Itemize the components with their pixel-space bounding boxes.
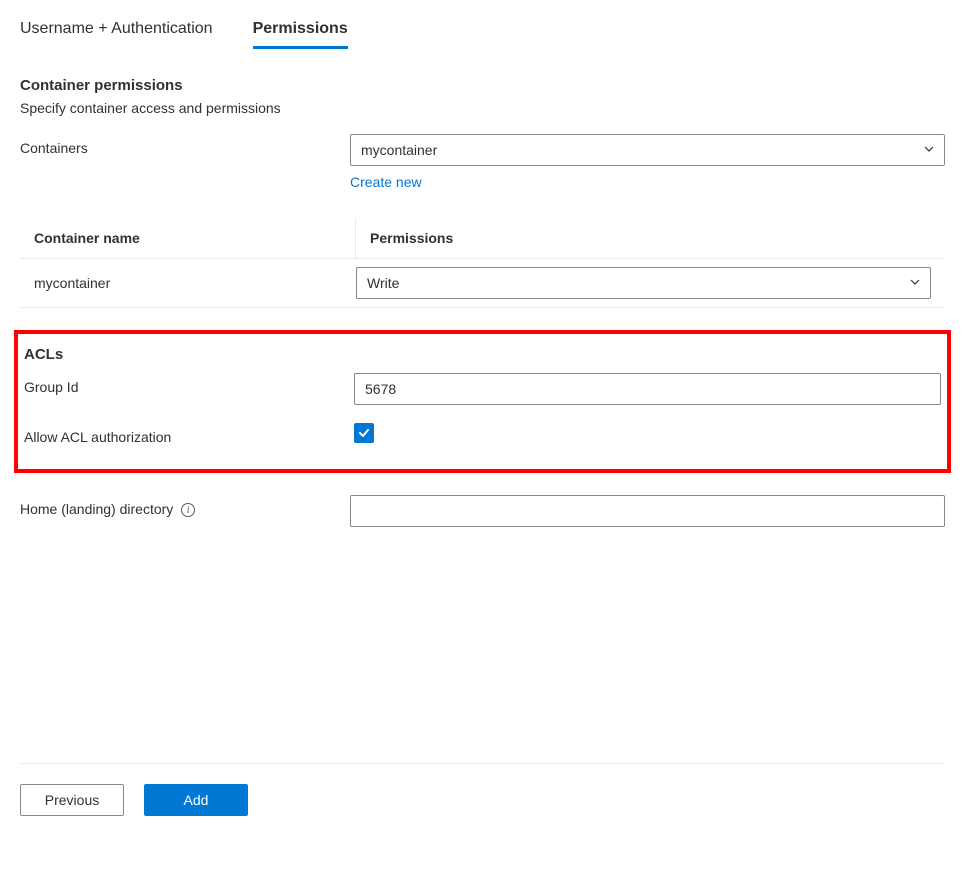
info-icon[interactable]: i: [181, 503, 195, 517]
tab-permissions[interactable]: Permissions: [253, 20, 348, 49]
home-directory-input[interactable]: [350, 495, 945, 527]
previous-button[interactable]: Previous: [20, 784, 124, 816]
containers-dropdown[interactable]: mycontainer: [350, 134, 945, 166]
container-permissions-desc: Specify container access and permissions: [20, 100, 945, 116]
acls-title: ACLs: [18, 346, 947, 363]
create-new-link[interactable]: Create new: [350, 174, 422, 190]
group-id-label: Group Id: [24, 373, 354, 395]
table-header: Container name Permissions: [20, 218, 945, 259]
tab-username-auth[interactable]: Username + Authentication: [20, 20, 213, 49]
footer-buttons: Previous Add: [20, 784, 945, 816]
add-button[interactable]: Add: [144, 784, 248, 816]
header-permissions: Permissions: [356, 218, 945, 258]
footer-divider: [20, 763, 945, 764]
allow-acl-checkbox[interactable]: [354, 423, 374, 443]
home-directory-label: Home (landing) directory i: [20, 495, 350, 517]
acls-highlight-box: ACLs Group Id Allow ACL authorization: [14, 330, 951, 473]
tab-bar: Username + Authentication Permissions: [20, 20, 945, 49]
containers-selected-value: mycontainer: [361, 142, 437, 158]
table-row: mycontainer Write: [20, 259, 945, 307]
containers-table: Container name Permissions mycontainer W…: [20, 218, 945, 308]
cell-container-name: mycontainer: [20, 275, 356, 291]
permission-dropdown[interactable]: Write: [356, 267, 931, 299]
containers-label: Containers: [20, 134, 350, 156]
permission-selected-value: Write: [367, 275, 399, 291]
container-permissions-title: Container permissions: [20, 77, 945, 94]
allow-acl-label: Allow ACL authorization: [24, 423, 354, 445]
group-id-input[interactable]: [354, 373, 941, 405]
header-container-name: Container name: [20, 218, 356, 258]
